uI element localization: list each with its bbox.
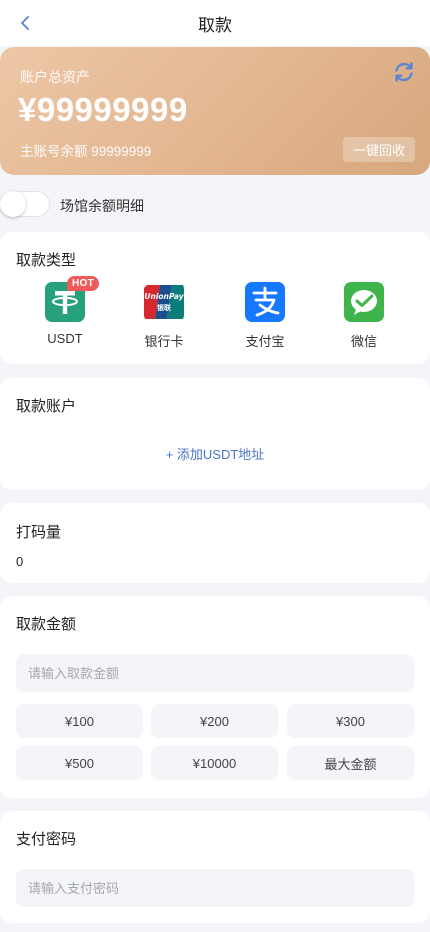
chevron-left-icon[interactable] — [14, 12, 36, 34]
bet-code-value: 0 — [16, 554, 24, 569]
one-click-recycle-button[interactable]: 一键回收 — [343, 137, 415, 162]
type-option-usdt[interactable]: HOT USDT — [25, 276, 105, 352]
withdraw-amount-title: 取款金额 — [16, 616, 77, 633]
bet-code-card: 打码量 0 — [0, 503, 430, 583]
type-label: 微信 — [350, 334, 377, 349]
type-option-bank-card[interactable]: UnionPay 银联 银行卡 — [124, 282, 204, 352]
add-usdt-address-link[interactable]: + 添加USDT地址 — [0, 444, 430, 463]
payment-password-title: 支付密码 — [16, 831, 77, 848]
payment-password-input[interactable] — [16, 869, 414, 907]
unionpay-icon: UnionPay 银联 — [144, 282, 184, 322]
venue-balance-row: 场馆余额明细 — [0, 190, 430, 218]
refresh-icon[interactable] — [392, 60, 416, 84]
type-label: 支付宝 — [245, 334, 285, 349]
amount-option-200[interactable]: ¥200 — [151, 704, 278, 738]
total-assets-amount: ¥99999999 — [18, 91, 188, 128]
page-title: 取款 — [198, 15, 232, 35]
payment-password-card: 支付密码 — [0, 811, 430, 923]
hot-badge: HOT — [67, 276, 99, 291]
svg-text:UnionPay: UnionPay — [144, 292, 184, 301]
withdraw-account-card: 取款账户 + 添加USDT地址 — [0, 378, 430, 490]
venue-balance-toggle[interactable] — [0, 191, 50, 217]
bet-code-title: 打码量 — [16, 524, 62, 541]
venue-balance-label: 场馆余额明细 — [60, 198, 144, 214]
withdraw-amount-input[interactable] — [16, 654, 414, 692]
amount-option-500[interactable]: ¥500 — [16, 746, 143, 780]
alipay-icon — [245, 282, 285, 322]
wechat-icon — [344, 282, 384, 322]
nav-bar: 取款 — [0, 0, 430, 46]
withdraw-amount-card: 取款金额 ¥100 ¥200 ¥300 ¥500 ¥10000 最大金额 — [0, 596, 430, 798]
balance-card: 账户总资产 ¥99999999 主账号余额 99999999 一键回收 — [0, 47, 430, 175]
type-label: USDT — [47, 331, 83, 346]
type-option-alipay[interactable]: 支付宝 — [225, 282, 305, 352]
amount-option-300[interactable]: ¥300 — [287, 704, 414, 738]
type-label: 银行卡 — [144, 334, 184, 349]
toggle-knob — [0, 191, 26, 217]
withdraw-type-list: HOT USDT UnionPay 银联 银行卡 支付宝 微信 — [0, 276, 430, 352]
amount-option-10000[interactable]: ¥10000 — [151, 746, 278, 780]
type-option-wechat[interactable]: 微信 — [324, 282, 404, 352]
withdraw-type-title: 取款类型 — [16, 252, 77, 269]
total-assets-label: 账户总资产 — [20, 69, 90, 85]
main-account-balance: 主账号余额 99999999 — [20, 144, 152, 159]
svg-text:银联: 银联 — [157, 303, 172, 312]
withdraw-account-title: 取款账户 — [16, 398, 77, 415]
amount-option-100[interactable]: ¥100 — [16, 704, 143, 738]
amount-option-max[interactable]: 最大金额 — [287, 746, 414, 780]
withdraw-type-card: 取款类型 HOT USDT UnionPay 银联 银行卡 支付宝 微信 — [0, 232, 430, 364]
